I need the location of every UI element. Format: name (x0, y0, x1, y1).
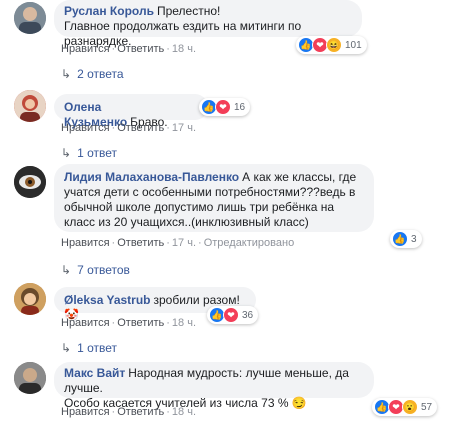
comment-bubble: Макс Вайт Народная мудрость: лучше меньше… (54, 362, 374, 410)
comment-actions: Нравится · Ответить · 18 ч. (61, 43, 197, 55)
like-reaction-icon: 👍 (392, 231, 408, 247)
reactions-summary[interactable]: 👍 ❤ 36 (207, 306, 259, 324)
reply-arrow-icon: ↳ (61, 341, 72, 355)
comment-time[interactable]: 18 ч. (172, 43, 196, 55)
like-link[interactable]: Нравится (61, 237, 110, 249)
comment-actions: Нравится · Ответить · 18 ч. (61, 317, 197, 329)
reactions-summary[interactable]: 👍 ❤ 😮 57 (372, 398, 438, 416)
comment-time[interactable]: 18 ч. (172, 317, 196, 329)
replies-count[interactable]: 1 ответ (77, 341, 117, 355)
avatar[interactable] (14, 362, 46, 394)
comment-author[interactable]: Лидия Малаханова-Павленко (64, 170, 239, 184)
reply-arrow-icon: ↳ (61, 263, 72, 277)
avatar[interactable] (14, 283, 46, 315)
avatar[interactable] (14, 166, 46, 198)
like-link[interactable]: Нравится (61, 43, 110, 55)
comment-author[interactable]: Макс Вайт (64, 366, 125, 380)
reaction-count: 16 (234, 101, 246, 113)
reaction-count: 3 (411, 233, 417, 245)
avatar-photo (14, 283, 46, 315)
reaction-count: 57 (421, 401, 433, 413)
comment-text: зробили разом! (153, 293, 240, 307)
reply-arrow-icon: ↳ (61, 67, 72, 81)
wow-reaction-icon: 😮 (402, 399, 418, 415)
love-reaction-icon: ❤ (215, 99, 231, 115)
replies-count[interactable]: 1 ответ (77, 146, 117, 160)
avatar-photo (14, 2, 46, 34)
replies-count[interactable]: 7 ответов (77, 263, 130, 277)
comment-author[interactable]: Øleksa Yastrub (64, 293, 151, 307)
reply-link[interactable]: Ответить (117, 43, 164, 55)
reactions-summary[interactable]: 👍 ❤ 😆 101 (296, 36, 367, 54)
comment-bubble: Олена Кузьменко Браво. (54, 94, 208, 129)
reaction-count: 36 (242, 309, 254, 321)
reply-arrow-icon: ↳ (61, 146, 72, 160)
haha-reaction-icon: 😆 (326, 37, 342, 53)
comment-time[interactable]: 17 ч. (172, 237, 196, 249)
reply-link[interactable]: Ответить (117, 122, 164, 134)
reactions-summary[interactable]: 👍 ❤ 16 (199, 98, 251, 116)
view-replies-link[interactable]: ↳ 1 ответ (61, 146, 117, 160)
avatar-photo (14, 90, 46, 122)
smirk-emoji-icon: 😏 (291, 396, 307, 410)
like-link[interactable]: Нравится (61, 122, 110, 134)
like-link[interactable]: Нравится (61, 406, 110, 418)
comment-bubble: Руслан Король Прелестно! Главное продолжа… (54, 0, 362, 48)
view-replies-link[interactable]: ↳ 2 ответа (61, 67, 124, 81)
comment-actions: Нравится · Ответить · 17 ч. (61, 122, 197, 134)
comment-actions: Нравится · Ответить · 18 ч. (61, 406, 197, 418)
reactions-summary[interactable]: 👍 3 (390, 230, 422, 248)
comment-time[interactable]: 18 ч. (172, 406, 196, 418)
avatar-photo (14, 362, 46, 394)
reaction-count: 101 (345, 39, 362, 51)
like-link[interactable]: Нравится (61, 317, 110, 329)
view-replies-link[interactable]: ↳ 7 ответов (61, 263, 130, 277)
comment-bubble: Лидия Малаханова-Павленко А как же классы… (54, 164, 374, 232)
comment-time[interactable]: 17 ч. (172, 122, 196, 134)
view-replies-link[interactable]: ↳ 1 ответ (61, 341, 117, 355)
reply-link[interactable]: Ответить (117, 317, 164, 329)
avatar[interactable] (14, 2, 46, 34)
reply-link[interactable]: Ответить (117, 406, 164, 418)
reply-link[interactable]: Ответить (117, 237, 164, 249)
comment-actions: Нравится · Ответить · 17 ч. · Отредактировано (61, 237, 295, 249)
avatar[interactable] (14, 90, 46, 122)
avatar-photo (14, 166, 46, 198)
love-reaction-icon: ❤ (223, 307, 239, 323)
comment-author[interactable]: Руслан Король (64, 4, 154, 18)
edited-label[interactable]: Отредактировано (204, 237, 295, 249)
replies-count[interactable]: 2 ответа (77, 67, 123, 81)
